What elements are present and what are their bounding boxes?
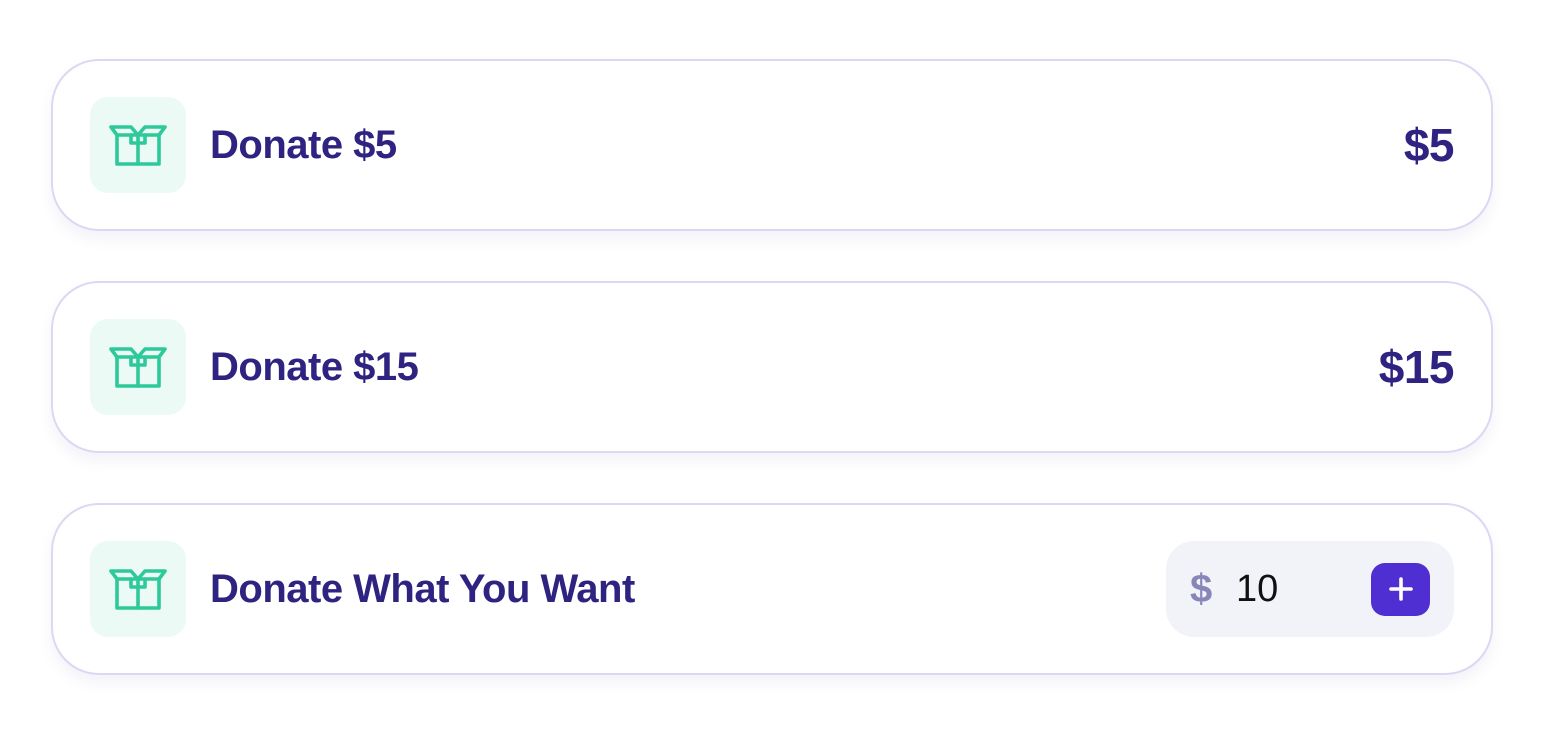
donation-options-list: Donate $5 $5 Donate $15 $15 Donate What … — [51, 59, 1493, 725]
custom-amount-field: $ — [1166, 541, 1454, 637]
box-icon — [90, 319, 186, 415]
donation-amount: $5 — [1403, 119, 1455, 171]
donation-label: Donate $5 — [210, 122, 397, 167]
currency-symbol: $ — [1190, 566, 1213, 611]
box-icon — [90, 97, 186, 193]
box-icon — [90, 541, 186, 637]
donation-option-5[interactable]: Donate $5 $5 — [51, 59, 1493, 231]
donation-option-custom[interactable]: Donate What You Want $ — [51, 503, 1493, 675]
plus-icon — [1388, 577, 1413, 601]
add-button[interactable] — [1371, 562, 1430, 616]
donation-option-15[interactable]: Donate $15 $15 — [51, 281, 1493, 453]
amount-input[interactable] — [1236, 567, 1356, 611]
donation-label: Donate $15 — [210, 344, 419, 389]
donation-label: Donate What You Want — [210, 566, 635, 611]
donation-amount: $15 — [1378, 341, 1455, 393]
